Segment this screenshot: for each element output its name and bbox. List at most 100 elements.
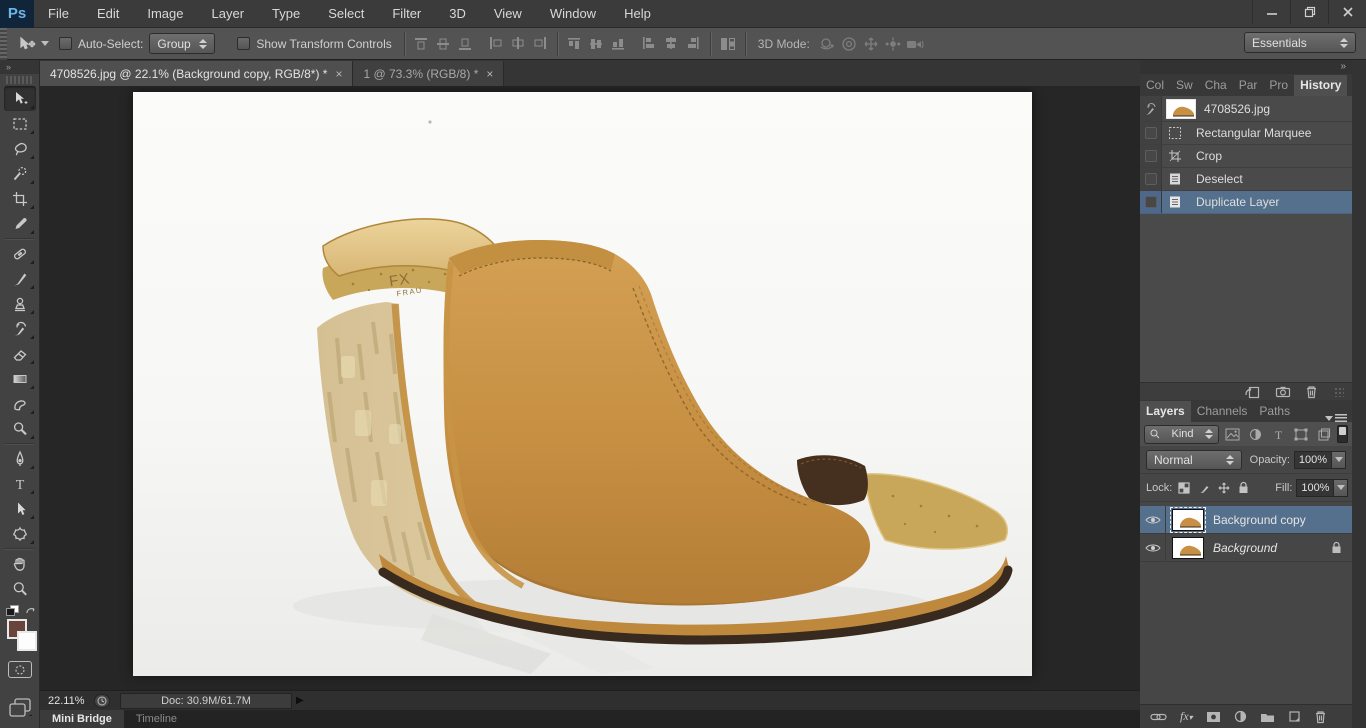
menu-file[interactable]: File — [34, 0, 83, 28]
layer-thumbnail[interactable] — [1170, 506, 1206, 533]
tab-character[interactable]: Cha — [1199, 75, 1233, 96]
show-transform-checkbox[interactable] — [237, 37, 251, 50]
align-top-edges-button[interactable] — [411, 33, 433, 55]
move-tool[interactable] — [3, 86, 36, 111]
panel-resize-grip[interactable] — [1334, 386, 1344, 397]
history-brush-source-well[interactable] — [1140, 96, 1162, 121]
distribute-right-edges-button[interactable] — [682, 33, 704, 55]
tab-history[interactable]: History — [1294, 75, 1348, 96]
layer-row-background-copy[interactable]: Background copy — [1140, 506, 1352, 534]
3d-drag-icon[interactable] — [860, 33, 882, 55]
layer-filtering-toggle[interactable] — [1337, 425, 1348, 443]
blend-mode-dropdown[interactable]: Normal — [1146, 449, 1242, 470]
3d-scale-camera-icon[interactable] — [904, 33, 926, 55]
menu-filter[interactable]: Filter — [378, 0, 435, 28]
canvas-workspace[interactable]: FX FRAU — [40, 86, 1140, 690]
restore-button[interactable] — [1290, 0, 1328, 24]
visibility-toggle[interactable] — [1140, 534, 1166, 561]
timeline-tab[interactable]: Timeline — [124, 710, 189, 728]
timing-icon[interactable] — [94, 693, 110, 708]
quick-selection-tool[interactable] — [4, 161, 36, 186]
menu-layer[interactable]: Layer — [198, 0, 259, 28]
new-document-from-state-icon[interactable] — [1244, 385, 1261, 399]
close-button[interactable] — [1328, 0, 1366, 24]
background-color-swatch[interactable] — [17, 631, 37, 651]
opacity-control[interactable]: 100% — [1294, 450, 1346, 469]
filter-smart-objects-icon[interactable] — [1314, 425, 1334, 444]
history-state-checkbox[interactable] — [1140, 122, 1162, 144]
zoom-tool[interactable] — [4, 576, 36, 601]
layer-row-background[interactable]: Background — [1140, 534, 1352, 562]
3d-slide-icon[interactable] — [882, 33, 904, 55]
menu-edit[interactable]: Edit — [83, 0, 133, 28]
history-state-checkbox[interactable] — [1140, 168, 1162, 190]
menu-image[interactable]: Image — [133, 0, 197, 28]
history-state-row[interactable]: Rectangular Marquee — [1140, 122, 1352, 145]
add-layer-mask-icon[interactable] — [1206, 711, 1221, 723]
filter-type-layers-icon[interactable]: T — [1268, 425, 1288, 444]
history-brush-tool[interactable] — [4, 316, 36, 341]
distribute-left-edges-button[interactable] — [638, 33, 660, 55]
eraser-tool[interactable] — [4, 341, 36, 366]
zoom-level-field[interactable]: 22.11% — [48, 695, 94, 707]
document-tab-2[interactable]: 1 @ 73.3% (RGB/8) * × — [353, 61, 505, 86]
custom-shape-tool[interactable] — [4, 521, 36, 546]
history-state-row[interactable]: Deselect — [1140, 168, 1352, 191]
distribute-vertical-centers-button[interactable] — [586, 33, 608, 55]
link-layers-icon[interactable] — [1150, 712, 1167, 722]
auto-align-layers-button[interactable] — [717, 33, 739, 55]
spot-healing-brush-tool[interactable] — [4, 241, 36, 266]
lock-all-icon[interactable] — [1238, 481, 1249, 494]
default-colors-icon[interactable] — [6, 605, 20, 617]
tab-swatches[interactable]: Sw — [1170, 75, 1199, 96]
menu-window[interactable]: Window — [536, 0, 610, 28]
history-state-checkbox[interactable] — [1140, 191, 1162, 213]
smudge-tool[interactable] — [4, 391, 36, 416]
minimize-button[interactable] — [1252, 0, 1290, 24]
align-right-edges-button[interactable] — [529, 33, 551, 55]
tab-actions[interactable]: Act — [1347, 75, 1352, 96]
tool-preset-picker[interactable] — [17, 36, 49, 52]
rectangular-marquee-tool[interactable] — [4, 111, 36, 136]
3d-rotate-icon[interactable] — [816, 33, 838, 55]
status-options-arrow-icon[interactable]: ▶ — [296, 695, 304, 706]
align-bottom-edges-button[interactable] — [455, 33, 477, 55]
tab-layers[interactable]: Layers — [1140, 401, 1191, 422]
mini-bridge-tab[interactable]: Mini Bridge — [40, 710, 124, 728]
snapshot-thumbnail[interactable] — [1166, 98, 1196, 119]
lasso-tool[interactable] — [4, 136, 36, 161]
distribute-top-edges-button[interactable] — [564, 33, 586, 55]
layer-name[interactable]: Background — [1213, 541, 1277, 555]
menu-select[interactable]: Select — [314, 0, 378, 28]
delete-state-trash-icon[interactable] — [1305, 385, 1318, 399]
menu-type[interactable]: Type — [258, 0, 314, 28]
close-icon[interactable]: × — [486, 67, 493, 81]
menu-3d[interactable]: 3D — [435, 0, 480, 28]
layer-name[interactable]: Background copy — [1213, 513, 1306, 527]
close-icon[interactable]: × — [335, 67, 342, 81]
history-state-checkbox[interactable] — [1140, 145, 1162, 167]
collapse-tools-button[interactable]: » — [0, 60, 39, 74]
distribute-bottom-edges-button[interactable] — [608, 33, 630, 55]
doc-size-field[interactable]: Doc: 30.9M/61.7M — [120, 692, 292, 709]
lock-position-icon[interactable] — [1218, 482, 1230, 494]
new-snapshot-camera-icon[interactable] — [1275, 385, 1291, 398]
tab-color[interactable]: Col — [1140, 75, 1170, 96]
swap-colors-icon[interactable] — [24, 605, 38, 617]
clone-stamp-tool[interactable] — [4, 291, 36, 316]
fill-control[interactable]: 100% — [1296, 478, 1349, 497]
history-snapshot-row[interactable]: 4708526.jpg — [1140, 96, 1352, 122]
screen-mode-button[interactable] — [8, 697, 34, 722]
layer-style-fx-button[interactable]: fx▾ — [1180, 709, 1193, 724]
panel-menu-icon[interactable] — [1320, 414, 1352, 422]
path-selection-tool[interactable] — [4, 496, 36, 521]
image-canvas[interactable]: FX FRAU — [133, 92, 1032, 676]
history-state-row[interactable]: Crop — [1140, 145, 1352, 168]
visibility-toggle[interactable] — [1140, 506, 1166, 533]
history-state-row-selected[interactable]: Duplicate Layer — [1140, 191, 1352, 214]
tab-properties[interactable]: Pro — [1263, 75, 1294, 96]
tab-channels[interactable]: Channels — [1191, 401, 1254, 422]
auto-select-checkbox[interactable] — [59, 37, 72, 50]
filter-pixel-layers-icon[interactable] — [1222, 425, 1242, 444]
new-layer-icon[interactable] — [1288, 710, 1301, 723]
